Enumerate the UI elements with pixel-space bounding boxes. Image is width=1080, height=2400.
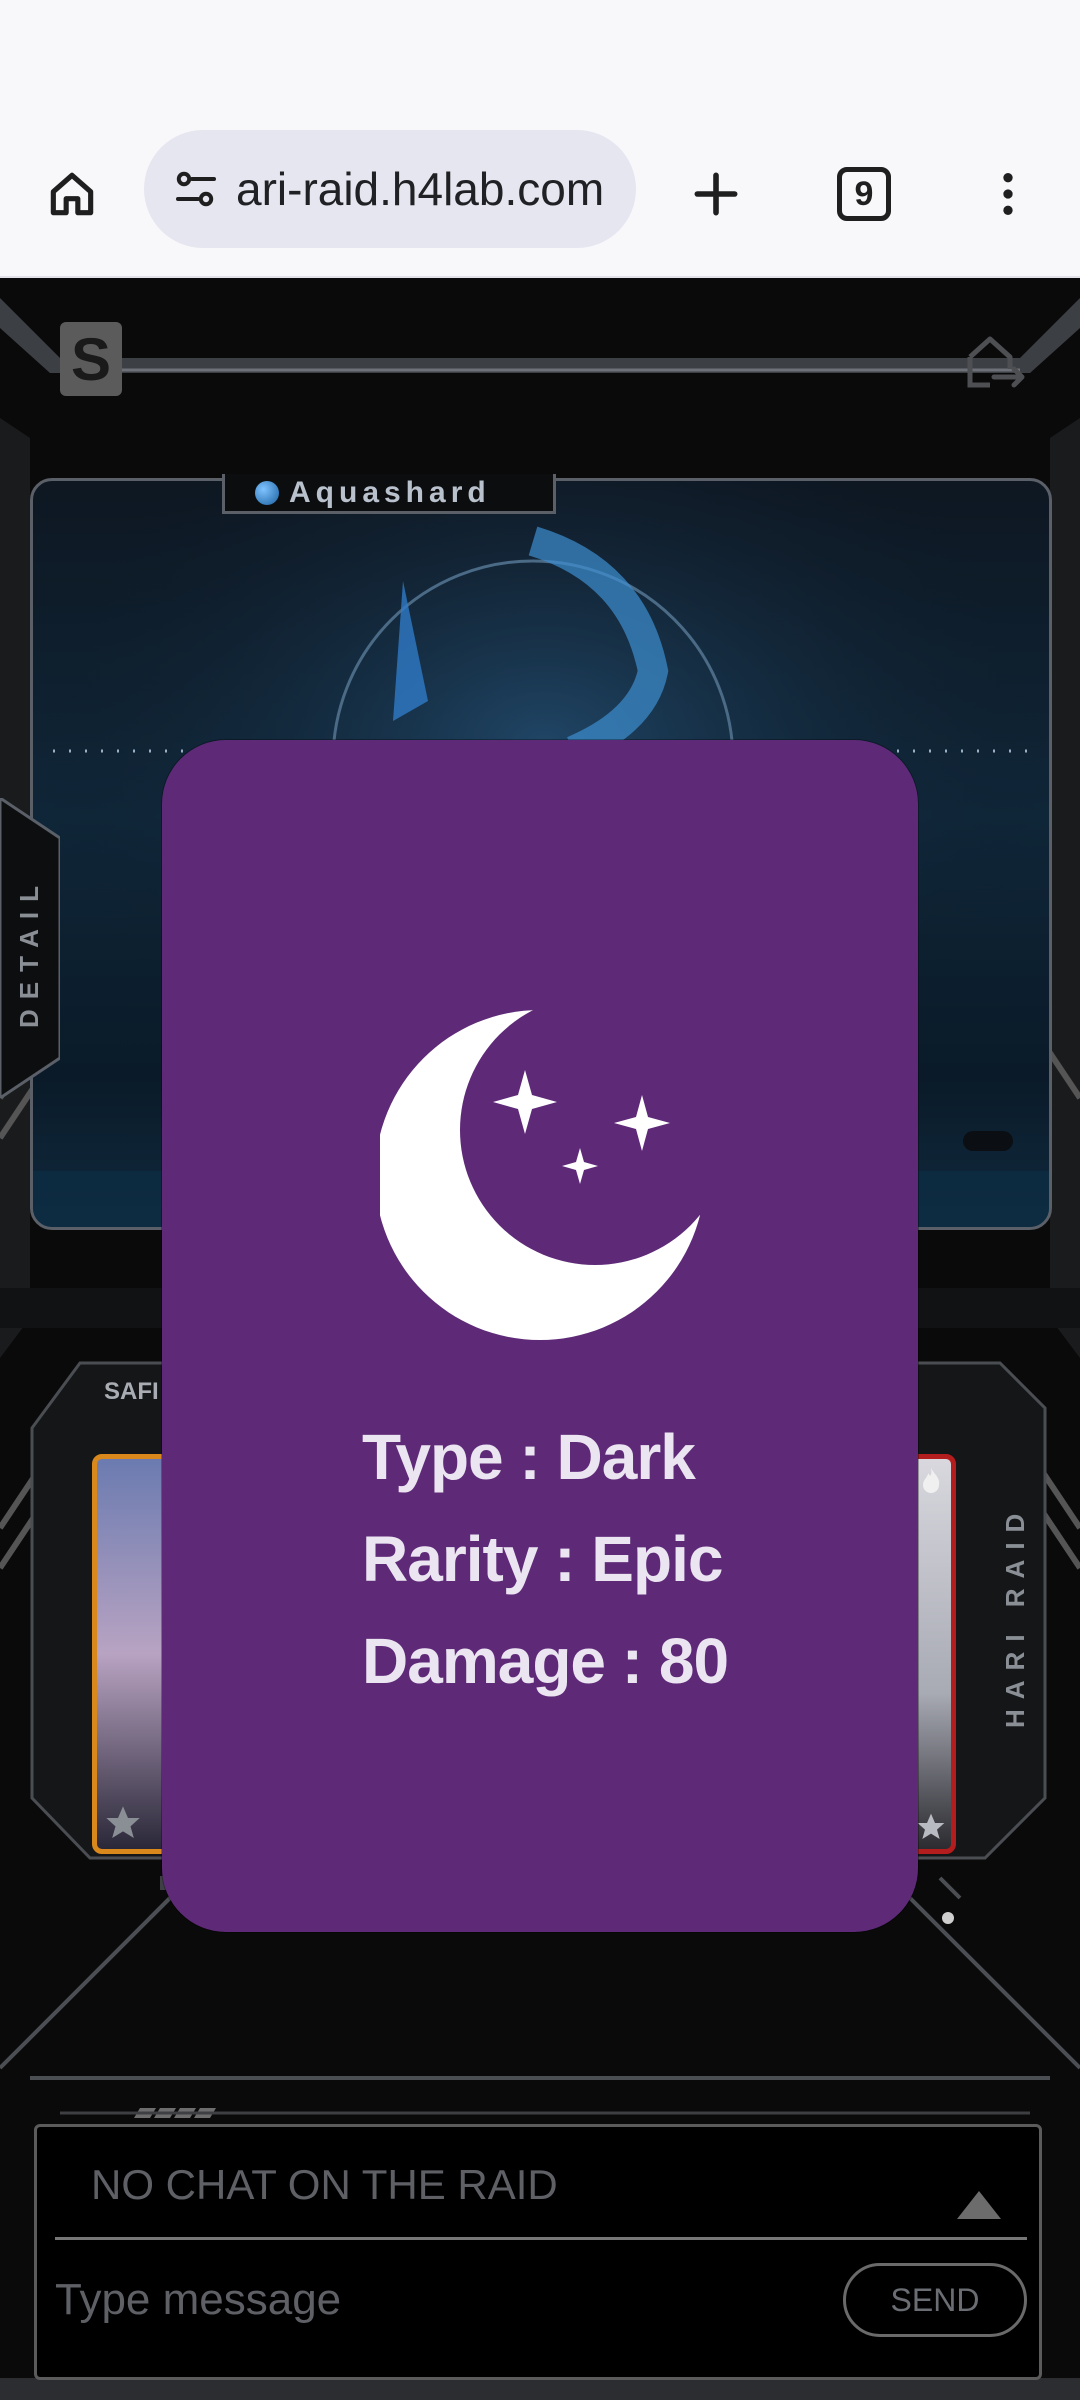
water-element-icon <box>255 480 279 505</box>
exit-icon[interactable] <box>962 328 1026 394</box>
status-bar <box>0 0 1080 118</box>
card-rarity: Rarity : Epic <box>362 1523 723 1595</box>
tab-switcher-button[interactable]: 9 <box>824 154 904 234</box>
send-button[interactable]: SEND <box>843 2263 1027 2337</box>
home-button[interactable] <box>32 154 112 234</box>
chat-empty-message: NO CHAT ON THE RAID <box>91 2161 558 2208</box>
star-icon <box>106 1806 140 1838</box>
site-settings-icon[interactable] <box>166 159 226 219</box>
chat-panel: NO CHAT ON THE RAID SEND <box>34 2124 1042 2380</box>
player-card-label: SAFI <box>104 1378 159 1405</box>
boss-name-tab: Aquashard <box>222 474 556 514</box>
new-tab-button[interactable] <box>676 154 756 234</box>
star-icon <box>917 1813 945 1839</box>
chevron-up-icon[interactable] <box>955 2189 1003 2221</box>
more-vert-icon <box>1003 173 1013 215</box>
card-stats: Type : Dark Rarity : Epic Damage : 80 <box>362 1420 729 1726</box>
raid-side-label: HARI RAID <box>1000 1503 1030 1728</box>
chat-divider <box>55 2237 1027 2240</box>
message-input[interactable] <box>55 2255 835 2345</box>
player-card-left[interactable] <box>92 1454 172 1854</box>
card-damage: Damage : 80 <box>362 1625 729 1697</box>
plus-icon <box>694 172 738 216</box>
url-text: ari-raid.h4lab.com <box>236 163 605 215</box>
boss-name: Aquashard <box>289 475 491 509</box>
screen: ari-raid.h4lab.com 9 S Aquashard DETAIL … <box>0 0 1080 2400</box>
tab-count: 9 <box>837 167 891 221</box>
crescent-moon-stars-icon <box>380 1010 700 1340</box>
fire-icon <box>923 1467 940 1493</box>
address-bar[interactable]: ari-raid.h4lab.com <box>144 130 636 248</box>
card-type: Type : Dark <box>362 1421 696 1493</box>
browser-menu-button[interactable] <box>968 154 1048 234</box>
app-logo[interactable]: S <box>60 322 122 396</box>
browser-toolbar: ari-raid.h4lab.com 9 <box>0 118 1080 278</box>
detail-label[interactable]: DETAIL <box>14 876 45 1028</box>
card-detail-modal[interactable]: Type : Dark Rarity : Epic Damage : 80 <box>162 740 918 1932</box>
home-icon <box>50 172 94 216</box>
